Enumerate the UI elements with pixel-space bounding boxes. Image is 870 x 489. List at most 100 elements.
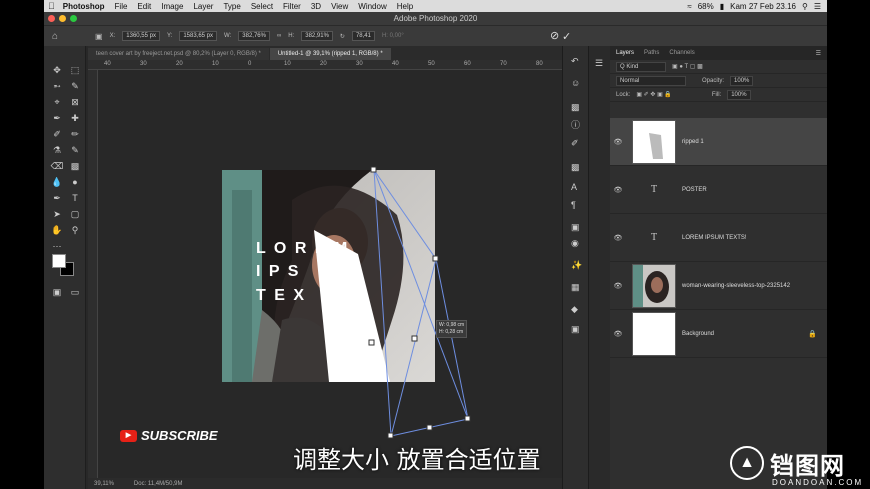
wifi-icon[interactable]: ≈ <box>687 2 691 11</box>
gradient-tool-icon[interactable]: ▩ <box>68 160 82 172</box>
rectangle-tool-icon[interactable]: ▢ <box>68 208 82 220</box>
menu-list-icon[interactable]: ☰ <box>814 2 821 11</box>
transform-handle[interactable] <box>370 166 377 173</box>
visibility-eye-icon[interactable]: 👁 <box>610 186 626 194</box>
lock-icon[interactable]: 🔒 <box>808 330 817 338</box>
menu-edit[interactable]: Edit <box>137 2 151 11</box>
opacity-field[interactable]: 100% <box>730 75 754 86</box>
layer-name[interactable]: Background <box>682 331 714 337</box>
swatches-panel-icon[interactable]: ▩ <box>571 162 580 173</box>
libraries-panel-icon[interactable]: ▩ <box>571 102 580 113</box>
battery-icon[interactable]: ▮ <box>720 2 724 11</box>
menu-filter[interactable]: Filter <box>283 2 301 11</box>
zoom-level[interactable]: 39,11% <box>94 481 114 487</box>
learn-panel-icon[interactable]: ☺ <box>571 78 580 88</box>
transform-handle[interactable] <box>368 339 375 346</box>
crop-tool-icon[interactable]: ⌖ <box>50 96 64 108</box>
dodge-tool-icon[interactable]: ● <box>68 176 82 188</box>
quick-mask-icon[interactable]: ▣ <box>50 286 64 298</box>
info-panel-icon[interactable]: ⓘ <box>571 118 580 131</box>
adjustments-icon[interactable]: ✨ <box>571 260 582 271</box>
menu-3d[interactable]: 3D <box>311 2 321 11</box>
menu-app-name[interactable]: Photoshop <box>63 2 105 11</box>
layer-row-lorem[interactable]: 👁 T LOREM IPSUM TEXTS! <box>610 214 827 262</box>
character-panel-icon[interactable]: A <box>571 182 577 192</box>
layers-panel-icon[interactable]: ☰ <box>595 58 603 69</box>
lasso-tool-icon[interactable]: ➵ <box>50 80 64 92</box>
tab-channels[interactable]: Channels <box>669 50 694 56</box>
menu-select[interactable]: Select <box>251 2 273 11</box>
clock[interactable]: Kam 27 Feb 23.16 <box>730 2 796 11</box>
visibility-eye-icon[interactable]: 👁 <box>610 330 626 338</box>
layer-name[interactable]: LOREM IPSUM TEXTS! <box>682 235 747 241</box>
subscribe-badge[interactable]: ▶ SUBSCRIBE <box>120 428 218 443</box>
tab-layers[interactable]: Layers <box>616 50 634 56</box>
height-field[interactable]: 382,91% <box>301 31 333 41</box>
link-icon[interactable]: ∞ <box>277 33 281 39</box>
kind-filter[interactable]: Q Kind <box>616 61 666 72</box>
brush-settings-icon[interactable]: ✐ <box>571 138 579 149</box>
filter-icons[interactable]: ▣ ● T ▢ ▩ <box>672 63 703 70</box>
skew-field[interactable]: H: 0,00° <box>382 33 404 39</box>
pencil-tool-icon[interactable]: ✏ <box>68 128 82 140</box>
doc-size[interactable]: Doc: 11,4M/50,9M <box>134 481 183 487</box>
layer-name[interactable]: ripped 1 <box>682 139 704 145</box>
move-tool-icon[interactable]: ✥ <box>50 64 64 76</box>
healing-tool-icon[interactable]: ✚ <box>68 112 82 124</box>
menu-help[interactable]: Help <box>397 2 413 11</box>
cancel-transform-icon[interactable]: ⊘ <box>550 29 559 42</box>
history-brush-tool-icon[interactable]: ✎ <box>68 144 82 156</box>
transform-handle[interactable] <box>432 255 439 262</box>
visibility-eye-icon[interactable]: 👁 <box>610 234 626 242</box>
transform-handle[interactable] <box>387 432 394 439</box>
visibility-eye-icon[interactable]: 👁 <box>610 138 626 146</box>
more-tools-icon[interactable]: ⋯ <box>50 240 64 252</box>
tab-teen-cover[interactable]: teen cover art by freeject.net.psd @ 80,… <box>88 48 269 60</box>
canvas-area[interactable]: L O R E M I P S T E X W: 0,98 cm H: 0,28… <box>98 70 604 478</box>
layer-name[interactable]: woman-wearing-sleeveless-top-2325142 <box>682 283 790 289</box>
angle-field[interactable]: 78,41 <box>351 31 375 41</box>
marquee-tool-icon[interactable]: ⬚ <box>68 64 82 76</box>
search-icon[interactable]: ⚲ <box>802 2 808 11</box>
y-field[interactable]: 1583,65 px <box>179 31 218 41</box>
reference-point-icon[interactable]: ▣ <box>95 32 103 41</box>
visibility-eye-icon[interactable]: 👁 <box>610 282 626 290</box>
layer-row-poster[interactable]: 👁 T POSTER <box>610 166 827 214</box>
menu-layer[interactable]: Layer <box>193 2 213 11</box>
timeline-panel-icon[interactable]: ▣ <box>571 324 580 335</box>
menu-file[interactable]: File <box>115 2 128 11</box>
clone-stamp-tool-icon[interactable]: ⚗ <box>50 144 64 156</box>
fill-field[interactable]: 100% <box>727 89 751 100</box>
width-field[interactable]: 382,76% <box>238 31 270 41</box>
x-field[interactable]: 1360,55 px <box>122 31 160 41</box>
zoom-tool-icon[interactable]: ⚲ <box>68 224 82 236</box>
eraser-tool-icon[interactable]: ⌫ <box>50 160 64 172</box>
path-select-tool-icon[interactable]: ➤ <box>50 208 64 220</box>
pen-tool-icon[interactable]: ✒ <box>50 192 64 204</box>
layer-name[interactable]: POSTER <box>682 187 707 193</box>
transform-handle[interactable] <box>464 415 471 422</box>
tab-untitled-1[interactable]: Untitled-1 @ 39,1% (ripped 1, RGB/8) * <box>269 48 391 60</box>
home-icon[interactable]: ⌂ <box>52 31 58 42</box>
panel-menu-icon[interactable]: ☰ <box>816 50 821 57</box>
apple-icon[interactable]:  <box>48 1 55 11</box>
commit-transform-icon[interactable]: ✓ <box>562 30 571 43</box>
3d-panel-icon[interactable]: ◆ <box>571 304 578 315</box>
type-tool-icon[interactable]: T <box>68 192 82 204</box>
layer-row-ripped-1[interactable]: 👁 ripped 1 <box>610 118 827 166</box>
eyedropper-tool-icon[interactable]: ✒ <box>50 112 64 124</box>
transform-handle[interactable] <box>426 424 433 431</box>
quick-select-tool-icon[interactable]: ✎ <box>68 80 82 92</box>
lock-icons[interactable]: ▣ ✐ ✥ ▣ 🔒 <box>636 91 672 98</box>
menu-view[interactable]: View <box>331 2 348 11</box>
menu-image[interactable]: Image <box>161 2 183 11</box>
transform-handle[interactable] <box>411 335 418 342</box>
hand-tool-icon[interactable]: ✋ <box>50 224 64 236</box>
history-panel-icon[interactable]: ↶ <box>571 56 579 67</box>
paragraph-panel-icon[interactable]: ¶ <box>571 200 576 210</box>
table-panel-icon[interactable]: ▦ <box>571 282 580 293</box>
menu-type[interactable]: Type <box>223 2 240 11</box>
blur-tool-icon[interactable]: 💧 <box>50 176 64 188</box>
screen-mode-icon[interactable]: ▭ <box>68 286 82 298</box>
layer-row-woman-photo[interactable]: 👁 woman-wearing-sleeveless-top-2325142 <box>610 262 827 310</box>
